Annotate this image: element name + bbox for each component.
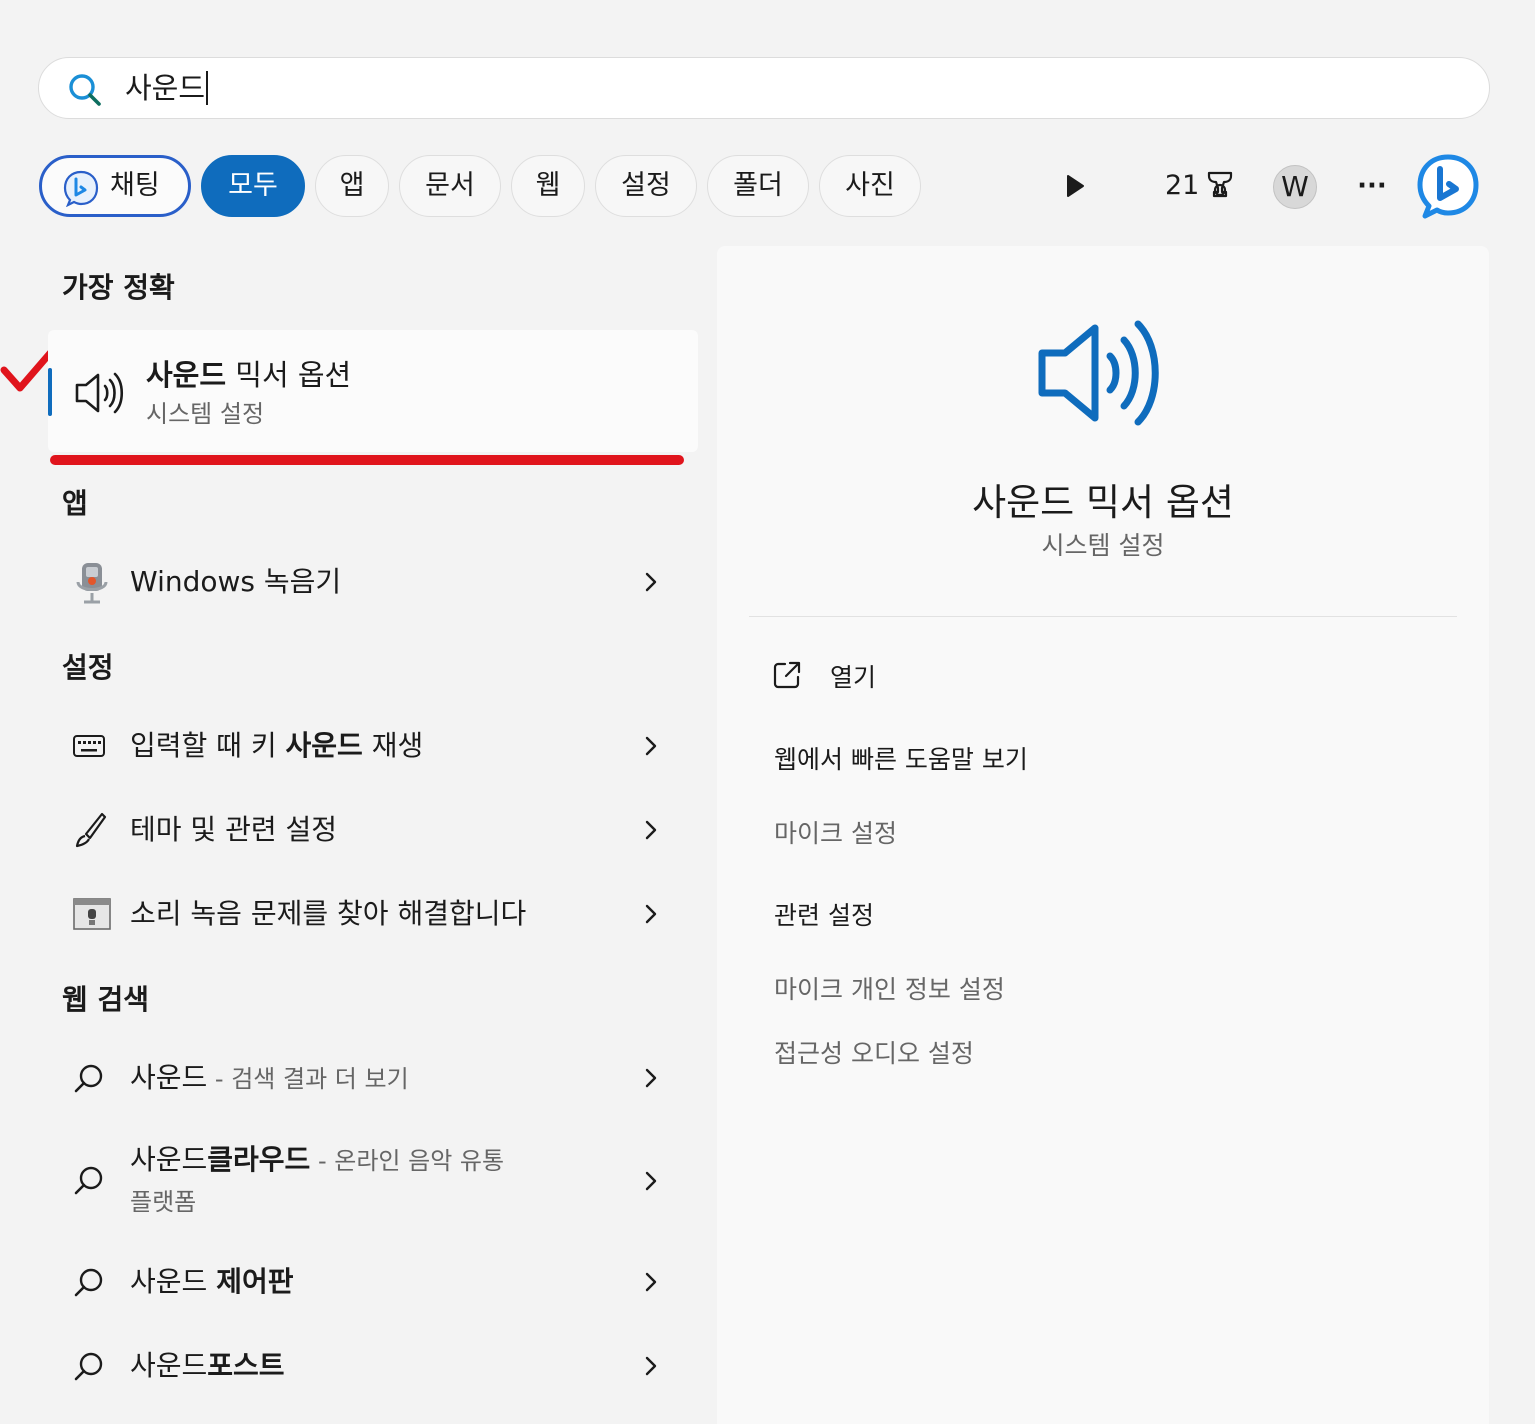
web-result-item[interactable]: 사운드포스트: [48, 1326, 698, 1406]
selection-indicator: [48, 368, 52, 416]
speaker-icon: [75, 372, 124, 414]
web-search-heading: 웹 검색: [62, 983, 150, 1016]
accessibility-audio-link[interactable]: 접근성 오디오 설정: [774, 1034, 974, 1070]
settings-item-label: 소리 녹음 문제를 찾아 해결합니다: [130, 897, 527, 930]
chevron-right-icon: [645, 572, 657, 592]
bing-icon: [1417, 154, 1479, 219]
text-caret: [206, 71, 209, 105]
speaker-icon: [1038, 320, 1159, 426]
open-label: 열기: [830, 663, 877, 692]
web-result-item[interactable]: 사운드 - 검색 결과 더 보기: [48, 1038, 698, 1118]
best-match-subtitle: 시스템 설정: [146, 400, 265, 428]
settings-item-label: 입력할 때 키 사운드 재생: [130, 729, 424, 762]
play-arrow-icon: [1067, 175, 1084, 197]
web-result-label-continued: 플랫폼: [130, 1188, 197, 1216]
bing-chat-icon: [63, 170, 99, 207]
bing-chat-button[interactable]: [1414, 152, 1482, 220]
search-icon: [74, 1352, 103, 1381]
profile-avatar-button[interactable]: W: [1273, 165, 1317, 209]
divider: [749, 616, 1457, 617]
settings-item-themes[interactable]: 테마 및 관련 설정: [48, 790, 698, 870]
keyboard-icon: [73, 735, 105, 757]
filter-photos[interactable]: 사진: [819, 155, 921, 217]
web-result-label: 사운드포스트: [130, 1349, 285, 1382]
app-item-label: Windows 녹음기: [130, 565, 342, 598]
rewards-count: 21: [1165, 170, 1200, 201]
trophy-icon: [1207, 171, 1233, 198]
settings-item-key-sound[interactable]: 입력할 때 키 사운드 재생: [48, 706, 698, 786]
web-result-label: 사운드 - 검색 결과 더 보기: [130, 1061, 409, 1094]
filter-documents[interactable]: 문서: [399, 155, 501, 217]
app-item-voice-recorder[interactable]: Windows 녹음기: [48, 542, 698, 622]
chevron-right-icon: [645, 1068, 657, 1088]
troubleshooter-window-icon: [73, 898, 111, 930]
open-action[interactable]: 열기: [772, 658, 1072, 698]
brush-icon: [75, 812, 107, 848]
chat-filter-button[interactable]: 채팅: [39, 155, 191, 217]
best-match-item[interactable]: 사운드 믹서 옵션 시스템 설정: [48, 330, 698, 452]
best-match-heading: 가장 정확: [62, 271, 175, 304]
apps-heading: 앱: [62, 487, 88, 520]
chevron-right-icon: [645, 1171, 657, 1191]
chevron-right-icon: [645, 736, 657, 756]
web-result-label: 사운드클라우드 - 온라인 음악 유통: [130, 1143, 505, 1176]
chevron-right-icon: [645, 1356, 657, 1376]
filter-web[interactable]: 웹: [511, 155, 585, 217]
web-result-item[interactable]: 사운드클라우드 - 온라인 음악 유통 플랫폼: [48, 1130, 698, 1230]
filter-folders[interactable]: 폴더: [707, 155, 809, 217]
preview-pane: 사운드 믹서 옵션 시스템 설정 열기 웹에서 빠른 도움말 보기 마이크 설정…: [717, 246, 1489, 1424]
search-box[interactable]: 사운드: [38, 57, 1490, 119]
more-options-button[interactable]: ···: [1352, 168, 1392, 204]
search-icon: [69, 74, 101, 106]
web-result-label: 사운드 제어판: [130, 1265, 294, 1298]
related-settings-heading: 관련 설정: [774, 901, 874, 930]
rewards-points[interactable]: 21: [1165, 166, 1245, 206]
chevron-right-icon: [645, 1272, 657, 1292]
preview-subtitle: 시스템 설정: [1041, 531, 1165, 560]
chevron-right-icon: [645, 904, 657, 924]
red-underline-annotation: [50, 455, 684, 465]
settings-item-troubleshoot-recording[interactable]: 소리 녹음 문제를 찾아 해결합니다: [48, 874, 698, 954]
open-external-icon: [773, 661, 801, 689]
settings-heading: 설정: [62, 651, 114, 684]
web-help-link[interactable]: 웹에서 빠른 도움말 보기: [774, 740, 1028, 776]
search-icon: [74, 1064, 103, 1093]
filter-apps[interactable]: 앱: [315, 155, 389, 217]
scroll-filters-button[interactable]: [1060, 170, 1090, 202]
mic-privacy-link[interactable]: 마이크 개인 정보 설정: [774, 970, 1005, 1006]
preview-title: 사운드 믹서 옵션: [972, 481, 1234, 524]
mic-settings-link[interactable]: 마이크 설정: [774, 814, 897, 850]
best-match-title: 사운드 믹서 옵션: [146, 358, 352, 392]
search-icon: [74, 1268, 103, 1297]
settings-item-label: 테마 및 관련 설정: [130, 813, 338, 846]
web-result-item[interactable]: 사운드 제어판: [48, 1242, 698, 1322]
filter-settings[interactable]: 설정: [595, 155, 697, 217]
search-icon: [74, 1166, 103, 1195]
filter-all[interactable]: 모두: [201, 155, 305, 217]
voice-recorder-icon: [76, 563, 108, 604]
chevron-right-icon: [645, 820, 657, 840]
chat-filter-label: 채팅: [110, 170, 160, 201]
search-input[interactable]: 사운드: [125, 69, 209, 107]
